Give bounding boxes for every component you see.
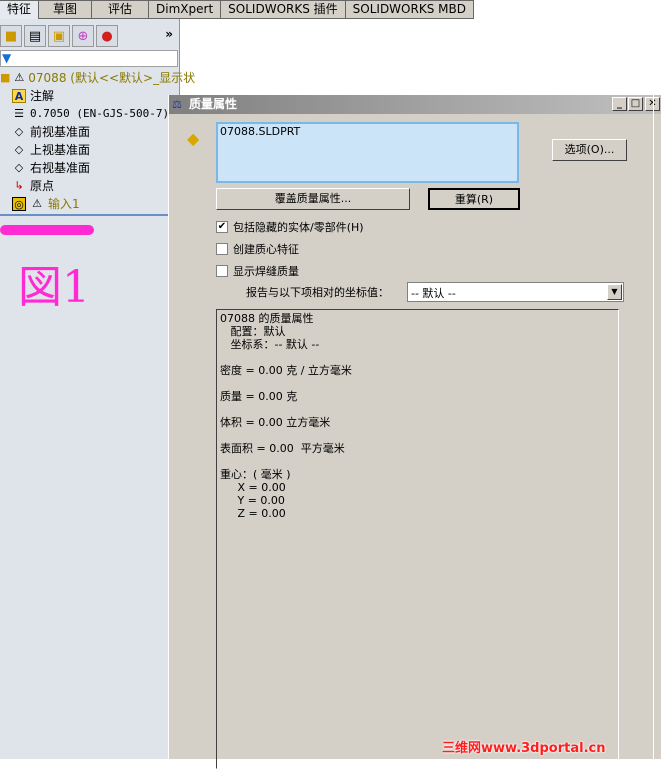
chevron-down-icon[interactable]: ▼ — [607, 284, 622, 300]
tab-mbd[interactable]: SOLIDWORKS MBD — [345, 0, 474, 19]
warning-icon: ⚠ — [32, 197, 42, 210]
tree-item[interactable]: A 注解 — [0, 87, 180, 105]
part-icon: ◆ — [187, 129, 200, 148]
coord-system-select[interactable]: -- 默认 -- ▼ — [407, 282, 624, 302]
imported-body-icon: ◎ — [12, 197, 26, 211]
watermark: 三维网www.3dportal.cn — [442, 741, 606, 756]
property-manager-icon[interactable]: ▤ — [24, 25, 46, 47]
selected-items-list[interactable]: 07088.SLDPRT — [216, 122, 519, 183]
tab-evaluate[interactable]: 评估 — [92, 0, 150, 19]
plane-icon: ◇ — [14, 143, 24, 156]
part-icon: ■ — [0, 71, 11, 84]
checkbox[interactable] — [216, 243, 228, 255]
tab-sketch[interactable]: 草图 — [39, 0, 93, 19]
material-icon: ☰ — [14, 107, 24, 120]
minimize-button[interactable]: _ — [612, 97, 627, 111]
show-weld-mass-checkbox[interactable]: 显示焊缝质量 — [216, 263, 299, 279]
recalculate-button[interactable]: 重算(R) — [428, 188, 520, 210]
checkbox[interactable] — [216, 265, 228, 277]
divider — [653, 95, 654, 759]
divider — [0, 214, 180, 216]
maximize-button[interactable]: □ — [628, 97, 643, 111]
checkbox[interactable]: ✔ — [216, 221, 228, 233]
scale-icon: ⚖ — [172, 98, 182, 111]
more-tabs-button[interactable]: » — [165, 27, 173, 41]
tree-root[interactable]: ■ ⚠ 07088 (默认<<默认>_显示状 — [0, 69, 195, 87]
tab-dimxpert[interactable]: DimXpert — [149, 0, 222, 19]
tree-item[interactable]: ↳ 原点 — [0, 177, 180, 195]
options-button[interactable]: 选项(O)... — [552, 139, 627, 161]
include-hidden-checkbox[interactable]: ✔ 包括隐藏的实体/零部件(H) — [216, 219, 364, 235]
display-manager-icon[interactable]: ● — [96, 25, 118, 47]
results-text[interactable]: 07088 的质量属性 配置：默认 坐标系：-- 默认 -- 密度 = 0.00… — [216, 309, 619, 769]
filter-icon: ▼ — [2, 51, 12, 65]
configuration-manager-icon[interactable]: ▣ — [48, 25, 70, 47]
command-tabs: 特征 草图 评估 DimXpert SOLIDWORKS 插件 SOLIDWOR… — [0, 0, 474, 20]
feature-tree: ■ ⚠ 07088 (默认<<默认>_显示状 A 注解 ☰ 0.7050 (EN-GJS… — [0, 69, 195, 213]
feature-tree-icon[interactable]: ■ — [0, 25, 22, 47]
dialog-titlebar[interactable]: ⚖质量属性 _ □ ✕ — [169, 95, 661, 114]
origin-icon: ↳ — [14, 179, 24, 192]
create-com-checkbox[interactable]: 创建质心特征 — [216, 241, 299, 257]
feature-manager-panel: ■ ▤ ▣ ⊕ ● » ▼ ■ ⚠ 07088 (默认<<默认>_显示状 A 注解 ☰… — [0, 19, 195, 759]
tab-addins[interactable]: SOLIDWORKS 插件 — [221, 0, 346, 19]
tree-item[interactable]: ☰ 0.7050 (EN-GJS-500-7) — [0, 105, 180, 123]
tree-item[interactable]: ◇ 上视基准面 — [0, 141, 180, 159]
tree-item[interactable]: ◇ 右视基准面 — [0, 159, 180, 177]
tab-features[interactable]: 特征 — [0, 0, 40, 20]
mass-properties-dialog: ⚖质量属性 _ □ ✕ ◆ 07088.SLDPRT 选项(O)... 覆盖质量… — [168, 95, 661, 769]
highlight-stroke — [0, 225, 94, 235]
tree-item[interactable]: ◎ ⚠ 输入1 — [0, 195, 180, 213]
tree-item[interactable]: ◇ 前视基准面 — [0, 123, 180, 141]
warning-icon: ⚠ — [14, 71, 25, 84]
override-mass-properties-button[interactable]: 覆盖质量属性... — [216, 188, 410, 210]
filter-input[interactable]: ▼ — [0, 50, 178, 67]
plane-icon: ◇ — [14, 125, 24, 138]
coord-system-label: 报告与以下项相对的坐标值： — [246, 286, 389, 299]
figure-label: 図1 — [18, 262, 90, 313]
annotation-icon: A — [12, 89, 26, 103]
plane-icon: ◇ — [14, 161, 24, 174]
dimxpert-manager-icon[interactable]: ⊕ — [72, 25, 94, 47]
